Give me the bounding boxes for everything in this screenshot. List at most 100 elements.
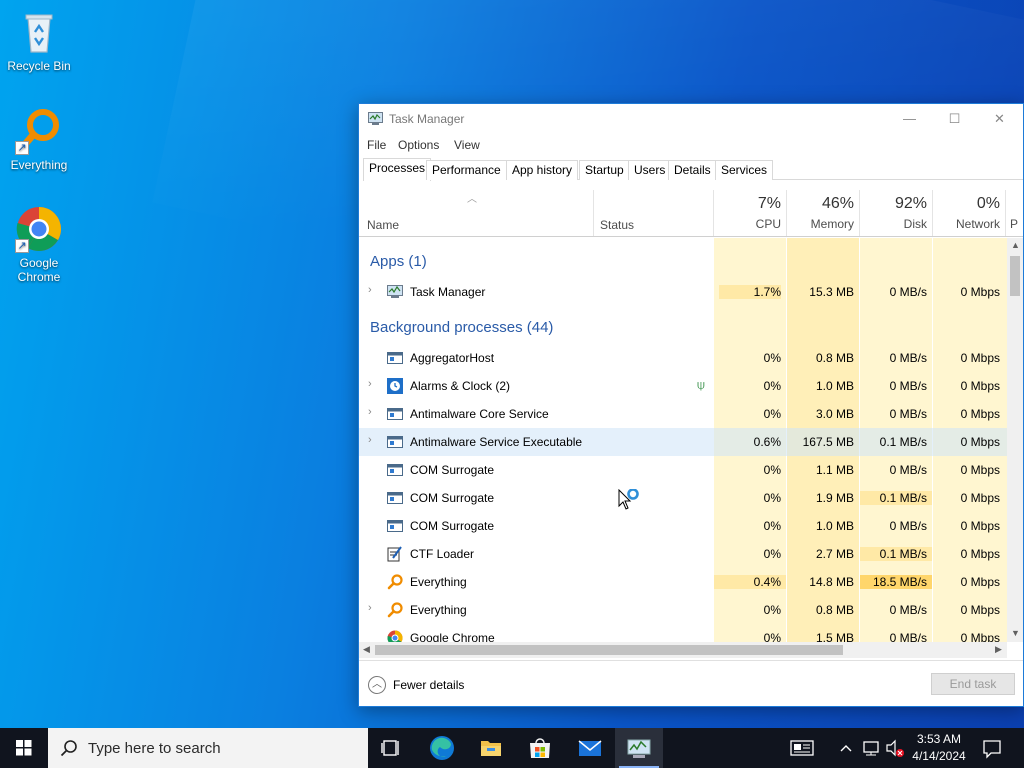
tab-details[interactable]: Details	[668, 160, 717, 180]
vertical-scrollbar[interactable]: ▲ ▼	[1007, 238, 1023, 642]
chevron-right-icon[interactable]: ›	[368, 406, 372, 418]
column-network[interactable]: Network	[938, 217, 1000, 231]
close-button[interactable]: ✕	[977, 104, 1022, 134]
network-cell: 0 Mbps	[960, 491, 1000, 505]
search-placeholder: Type here to search	[88, 740, 221, 757]
horizontal-scroll-thumb[interactable]	[375, 645, 843, 655]
table-row[interactable]: CTF Loader 0% 2.7 MB 0.1 MB/s 0 Mbps	[359, 540, 1007, 568]
news-widget-icon[interactable]	[786, 728, 818, 768]
fewer-details-link[interactable]: Fewer details	[393, 678, 464, 692]
scroll-up-arrow-icon[interactable]: ▲	[1011, 240, 1020, 250]
disk-cell: 0 MB/s	[889, 285, 927, 299]
desktop-icon-label: Everything	[10, 158, 68, 172]
collapse-up-icon[interactable]: ︿	[368, 676, 386, 694]
menu-options[interactable]: Options	[398, 138, 439, 152]
scroll-down-arrow-icon[interactable]: ▼	[1011, 628, 1020, 638]
table-row[interactable]: › Alarms & Clock (2) ⍦ 0% 1.0 MB 0 MB/s …	[359, 372, 1007, 400]
tab-users[interactable]: Users	[628, 160, 672, 180]
memory-cell: 0.8 MB	[815, 351, 854, 365]
chevron-right-icon[interactable]: ›	[368, 378, 372, 390]
disk-cell: 0.1 MB/s	[860, 547, 932, 561]
notifications-icon[interactable]	[978, 728, 1006, 768]
service-window-icon	[387, 462, 403, 478]
system-clock[interactable]: 3:53 AM 4/14/2024	[906, 731, 972, 765]
table-row[interactable]: › Antimalware Core Service 0% 3.0 MB 0 M…	[359, 400, 1007, 428]
table-row[interactable]: Google Chrome 0% 1.5 MB 0 MB/s 0 Mbps	[359, 624, 1007, 642]
chrome-icon: ↗	[15, 205, 63, 253]
chevron-right-icon[interactable]: ›	[368, 602, 372, 614]
table-row[interactable]: AggregatorHost 0% 0.8 MB 0 MB/s 0 Mbps	[359, 344, 1007, 372]
store-icon[interactable]	[516, 728, 564, 768]
process-name: Google Chrome	[410, 631, 495, 642]
process-name: COM Surrogate	[410, 519, 495, 533]
column-divider	[593, 190, 594, 236]
clock-time: 3:53 AM	[916, 732, 962, 746]
column-name[interactable]: Name	[367, 218, 399, 232]
desktop-icon-label: Google Chrome	[17, 256, 61, 284]
end-task-button[interactable]: End task	[931, 673, 1015, 695]
menu-file[interactable]: File	[367, 138, 386, 152]
start-button[interactable]	[0, 728, 48, 768]
maximize-button[interactable]: ☐	[932, 104, 977, 134]
disk-total: 92%	[894, 195, 927, 212]
chevron-right-icon[interactable]: ›	[368, 284, 372, 296]
search-icon	[60, 740, 77, 757]
process-list[interactable]: Apps (1) › Task Manager 1.7% 15.3 MB 0 M…	[359, 238, 1007, 642]
table-row[interactable]: COM Surrogate 0% 1.1 MB 0 MB/s 0 Mbps	[359, 456, 1007, 484]
chrome-icon	[387, 630, 403, 642]
cpu-cell: 0%	[763, 491, 781, 505]
column-power-partial[interactable]: P	[1010, 217, 1022, 231]
scroll-left-arrow-icon[interactable]: ◀	[363, 644, 370, 655]
search-box[interactable]: Type here to search	[48, 728, 368, 768]
memory-total: 46%	[821, 195, 854, 212]
task-manager-window[interactable]: Task Manager — ☐ ✕ File Options View Pro…	[358, 103, 1024, 707]
desktop-icon-google-chrome[interactable]: ↗ Google Chrome	[0, 205, 78, 284]
column-disk[interactable]: Disk	[865, 217, 927, 231]
disk-cell: 0 MB/s	[889, 519, 927, 533]
tab-app-history[interactable]: App history	[506, 160, 579, 180]
table-row[interactable]: COM Surrogate 0% 1.9 MB 0.1 MB/s 0 Mbps	[359, 484, 1007, 512]
mail-icon[interactable]	[566, 728, 614, 768]
column-cpu[interactable]: CPU	[719, 217, 781, 231]
task-view-icon[interactable]	[368, 728, 416, 768]
tab-startup[interactable]: Startup	[579, 160, 630, 180]
table-row[interactable]: › Task Manager 1.7% 15.3 MB 0 MB/s 0 Mbp…	[359, 278, 1007, 306]
edge-icon[interactable]	[418, 728, 466, 768]
alarm-clock-icon	[387, 378, 403, 394]
memory-cell: 15.3 MB	[809, 285, 854, 299]
horizontal-scrollbar[interactable]: ◀ ▶	[359, 642, 1007, 658]
tab-services[interactable]: Services	[715, 160, 774, 180]
chevron-right-icon[interactable]: ›	[368, 434, 372, 446]
desktop-icon-recycle-bin[interactable]: Recycle Bin	[0, 8, 78, 73]
minimize-button[interactable]: —	[887, 104, 932, 134]
table-row[interactable]: › Everything 0% 0.8 MB 0 MB/s 0 Mbps	[359, 596, 1007, 624]
group-header-apps: Apps (1)	[359, 246, 1007, 274]
cpu-cell: 1.7%	[719, 285, 781, 299]
column-status[interactable]: Status	[600, 218, 634, 232]
tab-processes[interactable]: Processes	[363, 158, 432, 181]
memory-cell: 1.5 MB	[815, 631, 854, 642]
file-explorer-icon[interactable]	[467, 728, 515, 768]
desktop-icon-everything[interactable]: ↗ Everything	[0, 107, 78, 172]
menu-view[interactable]: View	[454, 138, 480, 152]
network-cell: 0 Mbps	[960, 519, 1000, 533]
network-icon[interactable]	[860, 728, 882, 768]
task-manager-icon[interactable]	[615, 728, 663, 768]
column-memory[interactable]: Memory	[792, 217, 854, 231]
vertical-scroll-thumb[interactable]	[1010, 256, 1020, 296]
volume-muted-icon[interactable]	[884, 728, 906, 768]
chevron-up-icon[interactable]	[836, 728, 856, 768]
scroll-right-arrow-icon[interactable]: ▶	[995, 644, 1002, 655]
network-cell: 0 Mbps	[960, 351, 1000, 365]
table-row[interactable]: COM Surrogate 0% 1.0 MB 0 MB/s 0 Mbps	[359, 512, 1007, 540]
network-cell: 0 Mbps	[960, 463, 1000, 477]
tab-strip: Processes Performance App history Startu…	[363, 158, 1023, 181]
table-row[interactable]: Everything 0.4% 14.8 MB 18.5 MB/s 0 Mbps	[359, 568, 1007, 596]
disk-cell: 0 MB/s	[889, 631, 927, 642]
disk-cell: 0.1 MB/s	[860, 491, 932, 505]
title-bar[interactable]: Task Manager — ☐ ✕	[359, 104, 1023, 134]
table-row-selected[interactable]: › Antimalware Service Executable 0.6% 16…	[359, 428, 1007, 456]
shortcut-arrow-icon: ↗	[15, 141, 29, 155]
tab-performance[interactable]: Performance	[426, 160, 507, 180]
process-name: Task Manager	[410, 285, 486, 299]
